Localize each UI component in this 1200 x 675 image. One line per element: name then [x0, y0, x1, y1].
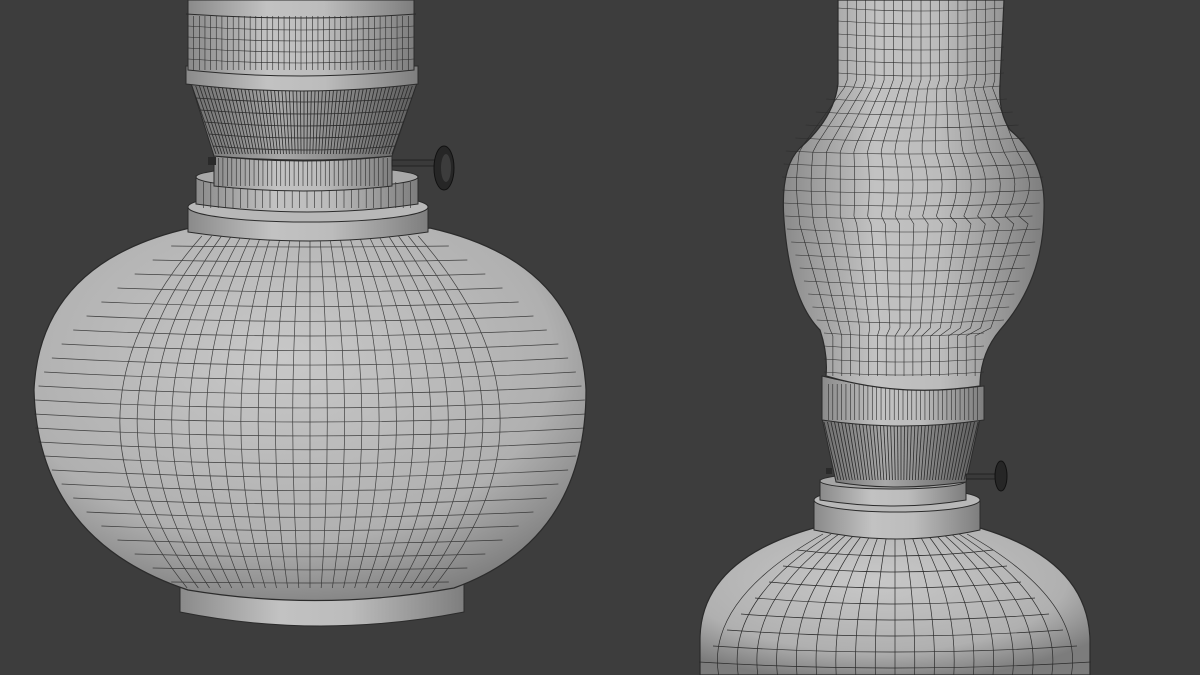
burner-gallery	[185, 65, 419, 161]
font-body	[33, 227, 587, 602]
viewport-canvas[interactable]	[0, 0, 1200, 675]
burner-gallery	[821, 417, 981, 488]
chimney-collar	[185, 0, 417, 77]
burner-band	[213, 155, 393, 192]
oil-lamp-closeup[interactable]	[33, 0, 587, 627]
oil-lamp-full[interactable]	[698, 0, 1092, 675]
font-body	[698, 527, 1092, 675]
3d-viewport[interactable]	[0, 0, 1200, 675]
glass-chimney	[782, 0, 1045, 391]
